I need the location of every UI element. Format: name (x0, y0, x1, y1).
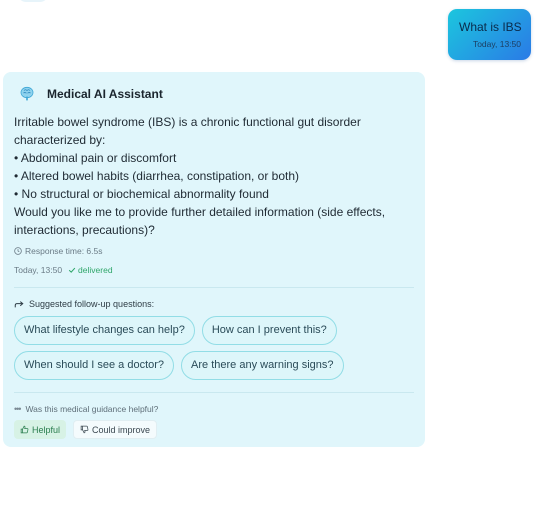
message-line: characterized by: (14, 133, 106, 147)
divider (14, 287, 414, 288)
assistant-header: Medical AI Assistant (14, 84, 414, 104)
delivered-status: delivered (68, 265, 113, 275)
brain-icon (18, 85, 36, 103)
thumbs-down-icon (80, 425, 89, 434)
dots-icon: ••• (14, 403, 22, 414)
thumbs-up-icon (20, 425, 29, 434)
assistant-name: Medical AI Assistant (47, 87, 163, 101)
message-line: Would you like me to provide further det… (14, 205, 386, 219)
could-improve-label: Could improve (92, 424, 151, 435)
user-message-time: Today, 13:50 (472, 39, 521, 49)
message-line: • No structural or biochemical abnormali… (14, 187, 269, 201)
reply-arrow-icon (14, 300, 24, 307)
suggestion-chip-lifestyle[interactable]: What lifestyle changes can help? (14, 316, 195, 345)
assistant-message-card: Medical AI Assistant Irritable bowel syn… (3, 72, 425, 447)
user-message-text: What is IBS (459, 20, 522, 34)
suggestion-chip-warning-signs[interactable]: Are there any warning signs? (181, 351, 344, 380)
assistant-message-text: Irritable bowel syndrome (IBS) is a chro… (14, 113, 414, 239)
clock-icon (14, 247, 22, 255)
response-time: Response time: 6.5s (25, 246, 103, 256)
assistant-message-time: Today, 13:50 (14, 265, 63, 275)
previous-message-fragment (18, 0, 48, 2)
suggested-questions-title: Suggested follow-up questions: (29, 299, 155, 309)
message-line: • Abdominal pain or discomfort (14, 151, 177, 165)
message-line: interactions, precautions)? (14, 223, 155, 237)
suggested-questions-list: What lifestyle changes can help? How can… (14, 316, 344, 380)
delivered-label: delivered (78, 265, 113, 275)
divider (14, 392, 414, 393)
check-icon (68, 267, 76, 273)
could-improve-button[interactable]: Could improve (73, 420, 158, 439)
feedback-buttons: Helpful Could improve (14, 420, 414, 439)
suggestion-chip-prevent[interactable]: How can I prevent this? (201, 316, 337, 345)
feedback-question: Was this medical guidance helpful? (25, 403, 159, 414)
feedback-question-row: ••• Was this medical guidance helpful? (14, 403, 414, 414)
message-line: Irritable bowel syndrome (IBS) is a chro… (14, 115, 361, 129)
response-time-row: Response time: 6.5s (14, 245, 414, 257)
suggestion-chip-see-doctor[interactable]: When should I see a doctor? (14, 351, 175, 380)
suggested-questions-header: Suggested follow-up questions: (14, 298, 414, 310)
message-meta-row: Today, 13:50 delivered (14, 264, 414, 276)
chat-view: What is IBS Today, 13:50 Medical AI Assi… (0, 0, 535, 507)
helpful-button[interactable]: Helpful (14, 420, 67, 439)
helpful-label: Helpful (32, 424, 61, 435)
user-message-bubble: What is IBS Today, 13:50 (448, 9, 531, 60)
message-line: • Altered bowel habits (diarrhea, consti… (14, 169, 300, 183)
